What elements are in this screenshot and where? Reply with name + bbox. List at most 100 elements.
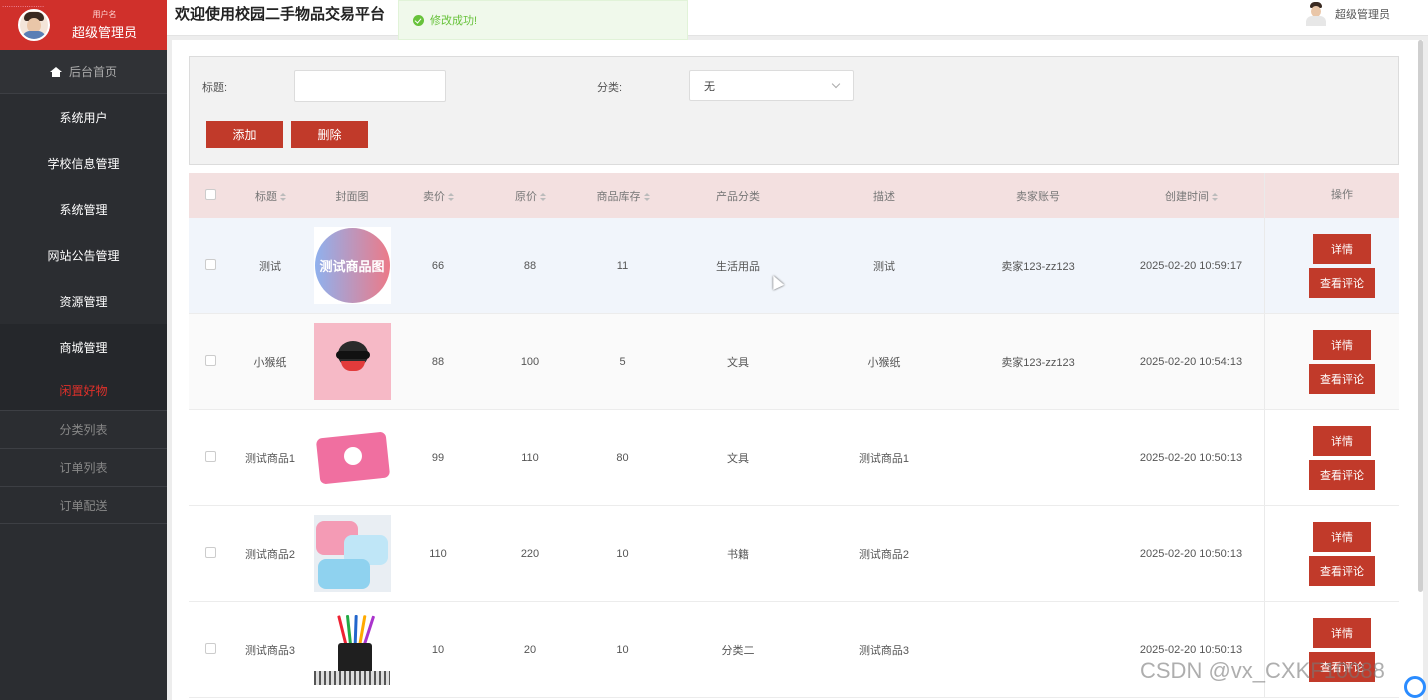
select-all-checkbox[interactable] [204,188,216,200]
main-panel: 标题: 分类: 无 添加 删除 标题 封面图 卖价 原价 商品库存 产品分类 描… [172,40,1423,700]
cell-cover [309,515,395,592]
sidebar-item-system-users[interactable]: 系统用户 [0,94,167,140]
sidebar-item-order-list[interactable]: 订单列表 [0,448,167,486]
top-avatar[interactable] [1305,2,1327,26]
view-comments-button[interactable]: 查看评论 [1309,363,1375,394]
assistant-icon[interactable] [1404,676,1426,698]
cell-category: 分类二 [721,644,755,657]
header-original-price[interactable]: 原价 [481,188,579,204]
toast-message: 修改成功! [430,15,478,27]
header-stock[interactable]: 商品库存 [579,188,666,204]
header-actions: 操作 [1264,173,1419,218]
cover-image[interactable] [313,419,391,496]
header-seller: 卖家账号 [1016,190,1060,203]
table-row[interactable]: 测试商品1 99 110 80 文具 测试商品1 2025-02-20 10:5… [189,410,1399,506]
row-checkbox[interactable] [204,642,216,654]
sidebar-item-school-info[interactable]: 学校信息管理 [0,140,167,186]
cell-cover: 测试商品图 [309,227,395,304]
cover-image[interactable] [313,323,391,400]
cell-created: 2025-02-20 10:50:13 [1139,643,1243,656]
cell-actions: 详情 查看评论 [1264,410,1419,505]
view-comments-button[interactable]: 查看评论 [1309,555,1375,586]
cell-category: 文具 [727,356,749,369]
cell-stock: 11 [616,259,629,272]
cell-title: 测试 [259,260,281,273]
category-filter-label: 分类: [597,82,623,94]
sidebar-item-system-manage[interactable]: 系统管理 [0,186,167,232]
cover-image[interactable] [313,611,391,688]
sidebar-header: ................... 用户名 超级管理员 [0,0,167,50]
sidebar-topline: ................... [2,0,45,9]
cell-stock: 80 [616,451,629,464]
add-button[interactable]: 添加 [206,121,283,148]
header-created[interactable]: 创建时间 [1118,188,1264,204]
row-checkbox[interactable] [204,258,216,270]
cell-description: 测试商品3 [858,644,910,657]
row-checkbox[interactable] [204,354,216,366]
cell-title: 测试商品2 [244,548,296,561]
sidebar-group-mall[interactable]: 商城管理 [0,324,167,370]
detail-button[interactable]: 详情 [1313,329,1371,360]
cell-category: 文具 [727,452,749,465]
filter-panel: 标题: 分类: 无 添加 删除 [189,56,1399,165]
home-icon [49,66,62,77]
cell-price: 110 [429,547,447,560]
sidebar-item-announcements[interactable]: 网站公告管理 [0,232,167,278]
cell-actions: 详情 查看评论 [1264,314,1419,409]
row-checkbox[interactable] [204,450,216,462]
cell-price: 66 [431,259,445,272]
cell-created: 2025-02-20 10:59:17 [1139,259,1243,272]
sidebar-item-order-delivery[interactable]: 订单配送 [0,486,167,524]
row-checkbox[interactable] [204,546,216,558]
cell-title: 小猴纸 [253,356,287,369]
sidebar-item-idle-goods[interactable]: 闲置好物 [0,370,167,410]
top-user[interactable]: 超级管理员 [1305,0,1390,28]
sidebar-item-category-list[interactable]: 分类列表 [0,410,167,448]
cell-stock: 5 [619,355,626,368]
cell-actions: 详情 查看评论 [1264,506,1419,601]
sort-icon [1212,192,1218,201]
sidebar-item-home[interactable]: 后台首页 [0,50,167,94]
table-row[interactable]: 测试商品2 110 220 10 书籍 测试商品2 2025-02-20 10:… [189,506,1399,602]
cell-price: 88 [431,355,445,368]
success-toast: 修改成功! [398,0,688,40]
cell-original-price: 20 [523,643,537,656]
title-filter-label: 标题: [202,82,228,94]
sidebar: ................... 用户名 超级管理员 后台首页 系统用户 … [0,0,167,700]
view-comments-button[interactable]: 查看评论 [1309,267,1375,298]
cell-created: 2025-02-20 10:54:13 [1139,355,1243,368]
sort-icon [540,192,546,201]
title-filter-input[interactable] [294,70,446,102]
cover-image[interactable]: 测试商品图 [313,227,391,304]
detail-button[interactable]: 详情 [1313,521,1371,552]
cell-actions: 详情 查看评论 [1264,218,1419,313]
table-row[interactable]: 测试 测试商品图 66 88 11 生活用品 测试 卖家123-zz123 20… [189,218,1399,314]
header-price[interactable]: 卖价 [395,188,481,204]
avatar[interactable] [18,9,50,41]
watermark: CSDN @vx_CXKF10088 [1140,658,1385,683]
top-user-role[interactable]: 超级管理员 [1335,6,1390,22]
cover-image[interactable] [313,515,391,592]
table-row[interactable]: 小猴纸 88 100 5 文具 小猴纸 卖家123-zz123 2025-02-… [189,314,1399,410]
cell-price: 10 [431,643,445,656]
cell-stock: 10 [616,643,629,656]
view-comments-button[interactable]: 查看评论 [1309,459,1375,490]
sidebar-item-resources[interactable]: 资源管理 [0,278,167,324]
cell-created: 2025-02-20 10:50:13 [1139,547,1243,560]
detail-button[interactable]: 详情 [1313,617,1371,648]
cell-original-price: 110 [521,451,539,464]
detail-button[interactable]: 详情 [1313,233,1371,264]
delete-button[interactable]: 删除 [291,121,368,148]
cell-description: 小猴纸 [867,356,901,369]
cell-original-price: 220 [520,547,540,560]
header-title[interactable]: 标题 [231,188,309,204]
category-select[interactable]: 无 [689,70,854,101]
cell-original-price: 100 [520,355,540,368]
cell-cover [309,323,395,400]
table-header: 标题 封面图 卖价 原价 商品库存 产品分类 描述 卖家账号 创建时间 操作 [189,173,1399,218]
top-bar: 欢迎使用校园二手物品交易平台 超级管理员 [167,0,1428,36]
cell-description: 测试 [873,260,895,273]
cell-category: 生活用品 [716,260,760,273]
header-category: 产品分类 [716,190,760,203]
detail-button[interactable]: 详情 [1313,425,1371,456]
